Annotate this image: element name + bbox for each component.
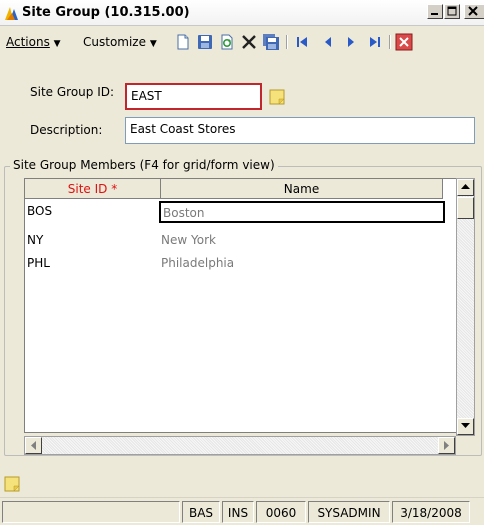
site-group-id-label: Site Group ID: <box>30 85 115 99</box>
toolbar-separator <box>286 35 288 49</box>
status-panel-bas: BAS <box>182 501 220 523</box>
status-panel-ins: INS <box>222 501 254 523</box>
site-id-cell[interactable]: NY <box>27 230 43 251</box>
status-panel-user: SYSADMIN <box>308 501 390 523</box>
name-cell[interactable]: Boston <box>159 201 445 223</box>
maximize-button[interactable] <box>444 4 460 19</box>
app-logo-icon <box>5 7 18 20</box>
name-cell[interactable]: New York <box>161 230 216 251</box>
vertical-scroll-thumb[interactable] <box>457 197 474 219</box>
save-icon[interactable] <box>196 33 214 51</box>
members-grid[interactable]: Site ID * Name BOS Boston NY New York PH… <box>24 178 458 433</box>
site-group-window: Site Group (10.315.00) Actions ▼ Customi… <box>0 0 484 525</box>
name-cell[interactable]: Philadelphia <box>161 253 234 274</box>
toolbar: Actions ▼ Customize ▼ <box>0 27 484 55</box>
delete-icon[interactable] <box>240 33 258 51</box>
actions-menu[interactable]: Actions ▼ <box>6 35 61 49</box>
close-form-icon[interactable] <box>395 33 413 51</box>
note-icon[interactable] <box>4 476 20 492</box>
description-field[interactable]: East Coast Stores <box>125 117 475 144</box>
title-bar[interactable]: Site Group (10.315.00) <box>0 0 484 26</box>
customize-menu[interactable]: Customize ▼ <box>83 35 157 49</box>
site-group-members-title: Site Group Members (F4 for grid/form vie… <box>10 158 278 172</box>
last-record-icon[interactable] <box>366 33 384 51</box>
minimize-button[interactable] <box>427 4 443 19</box>
scroll-up-button[interactable] <box>457 179 474 196</box>
first-record-icon[interactable] <box>293 33 311 51</box>
close-window-button[interactable] <box>464 4 484 19</box>
toolbar-separator <box>389 35 391 49</box>
arrow-right-icon <box>444 441 449 450</box>
column-header-site-id[interactable]: Site ID * <box>25 179 161 199</box>
status-bar: BAS INS 0060 SYSADMIN 3/18/2008 <box>0 497 484 525</box>
site-id-cell[interactable]: PHL <box>27 253 50 274</box>
next-record-icon[interactable] <box>342 33 360 51</box>
customize-menu-label: Customize <box>83 35 146 49</box>
site-id-cell[interactable]: BOS <box>27 201 52 222</box>
status-message-panel <box>2 501 180 523</box>
scroll-right-button[interactable] <box>438 437 455 454</box>
scroll-left-button[interactable] <box>25 437 42 454</box>
chevron-down-icon: ▼ <box>149 39 157 49</box>
site-group-id-field[interactable]: EAST <box>125 83 262 110</box>
status-panel-company: 0060 <box>256 501 306 523</box>
table-row[interactable]: BOS Boston <box>25 201 457 223</box>
note-icon[interactable] <box>269 89 285 105</box>
table-row[interactable]: PHL Philadelphia <box>25 253 457 275</box>
actions-menu-label: Actions <box>6 35 50 49</box>
status-panel-date: 3/18/2008 <box>392 501 470 523</box>
save-all-icon[interactable] <box>262 33 280 51</box>
horizontal-scrollbar[interactable] <box>24 436 456 455</box>
column-header-name[interactable]: Name <box>161 179 443 199</box>
chevron-down-icon: ▼ <box>53 39 61 49</box>
vertical-scrollbar[interactable] <box>456 178 475 436</box>
arrow-down-icon <box>461 423 470 428</box>
description-label: Description: <box>30 123 103 137</box>
window-title: Site Group (10.315.00) <box>22 5 190 20</box>
scroll-down-button[interactable] <box>457 418 474 435</box>
arrow-up-icon <box>461 184 470 189</box>
previous-record-icon[interactable] <box>319 33 337 51</box>
refresh-icon[interactable] <box>218 33 236 51</box>
arrow-left-icon <box>31 441 36 450</box>
new-icon[interactable] <box>174 33 192 51</box>
table-row[interactable]: NY New York <box>25 230 457 252</box>
